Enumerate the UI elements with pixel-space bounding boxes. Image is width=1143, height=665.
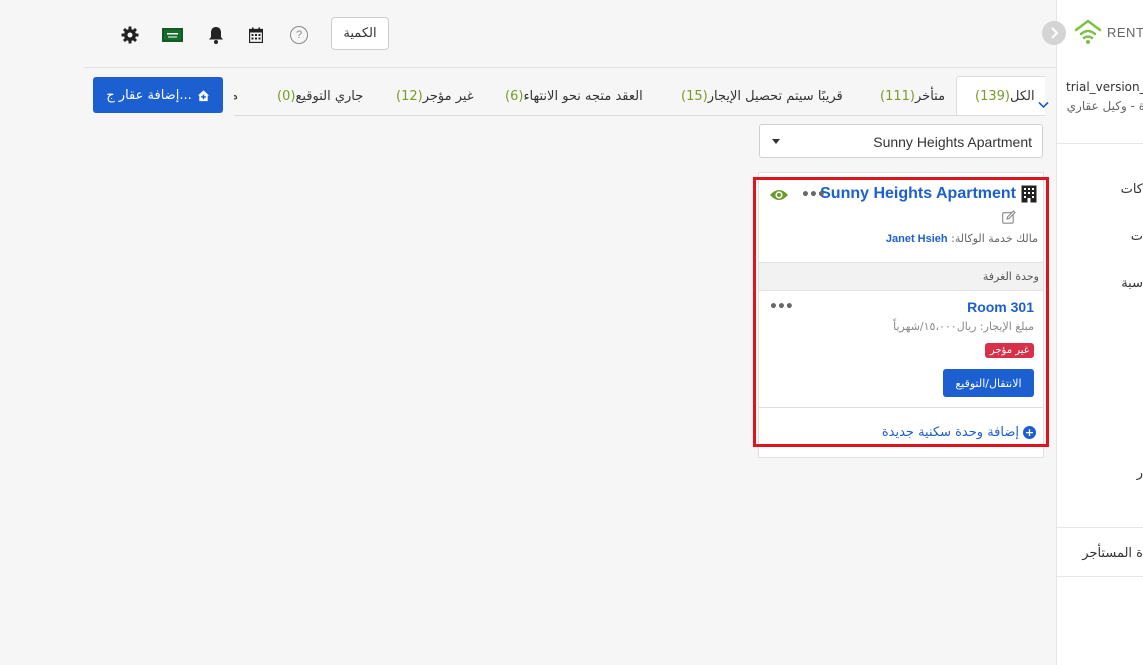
sidebar-item-3[interactable]: سبة — [1121, 276, 1143, 291]
sidebar: RENT trial_version_ ة - وكيل عقاري كات ت… — [1056, 0, 1143, 665]
tab-count: (6) — [505, 88, 524, 104]
sidebar-divider — [1057, 576, 1143, 577]
room-unit-section-header: وحدة الغرفة — [759, 262, 1043, 291]
calendar-icon — [249, 27, 263, 43]
room-more-menu[interactable]: ••• — [769, 299, 794, 315]
sidebar-collapse-button[interactable] — [1042, 21, 1066, 45]
quantity-button[interactable]: الكمية — [331, 17, 389, 50]
property-more-menu[interactable]: ••• — [801, 187, 826, 203]
owner-name[interactable]: Janet Hsieh — [886, 233, 948, 245]
settings-button[interactable] — [120, 25, 140, 45]
tab-label: م — [234, 89, 238, 104]
tab-label: جاري التوقيع — [295, 88, 364, 104]
sidebar-item-tenant[interactable]: ة المستأجر — [1082, 546, 1143, 561]
home-plus-icon — [197, 89, 209, 101]
tab-count: (15) — [681, 88, 708, 104]
eye-icon[interactable] — [769, 188, 789, 202]
edit-icon[interactable] — [1002, 210, 1016, 224]
tab-late[interactable]: متأخر (111) — [876, 76, 946, 115]
go-sign-button[interactable]: الانتقال/التوقيع — [943, 369, 1034, 397]
owner-line: مالك خدمة الوكالة: Janet Hsieh — [886, 232, 1038, 245]
caret-down-icon — [772, 139, 780, 144]
sidebar-divider — [1057, 143, 1143, 144]
tab-count: (111) — [880, 88, 915, 104]
property-select[interactable]: Sunny Heights Apartment — [759, 124, 1043, 158]
plus-circle-icon: + — [1023, 426, 1036, 439]
calendar-button[interactable] — [246, 25, 266, 45]
status-tabs: الكل (139) متأخر (111) قريبًا سيتم تحصيل… — [234, 76, 1045, 116]
tab-signing[interactable]: جاري التوقيع (0) — [273, 76, 364, 115]
property-card: Sunny Heights Apartment ••• مالك خدمة ال… — [758, 172, 1044, 458]
chevron-down-icon — [1038, 101, 1049, 109]
tab-label: قريبًا سيتم تحصيل الإيجار — [707, 88, 843, 104]
sidebar-item-1[interactable]: كات — [1121, 182, 1143, 197]
tab-all[interactable]: الكل (139) — [956, 76, 1045, 115]
add-property-button[interactable]: إضافة عقار ج... — [93, 77, 223, 113]
rent-amount: مبلغ الإيجار: ريال١٥،٠٠٠/شهرياً — [893, 320, 1034, 333]
saudi-flag-icon — [161, 28, 183, 42]
tab-count: (139) — [975, 88, 1010, 104]
tab-label: الكل — [1009, 88, 1035, 104]
tab-label: متأخر — [914, 88, 946, 104]
tab-count: (0) — [277, 88, 296, 104]
tab-label: العقد متجه نحو الانتهاء — [523, 88, 643, 104]
card-divider — [759, 407, 1043, 408]
add-property-label: إضافة عقار ج... — [106, 87, 192, 103]
owner-label: مالك خدمة الوكالة: — [951, 232, 1038, 245]
property-title[interactable]: Sunny Heights Apartment — [820, 185, 1016, 203]
section-label: وحدة الغرفة — [982, 270, 1039, 283]
sidebar-role: ة - وكيل عقاري — [1066, 99, 1143, 113]
tab-rent-due-soon[interactable]: قريبًا سيتم تحصيل الإيجار (15) — [677, 76, 843, 115]
sidebar-item-2[interactable]: ت — [1131, 229, 1143, 244]
add-unit-link[interactable]: + إضافة وحدة سكنية جديدة — [882, 425, 1036, 440]
sidebar-item-4[interactable]: ر — [1137, 466, 1143, 481]
bell-icon — [209, 27, 223, 44]
top-toolbar: ? الكمية — [84, 0, 1056, 68]
brand-text: RENT — [1107, 24, 1143, 40]
status-badge: غير مؤجر — [984, 343, 1034, 358]
tab-count: (12) — [396, 88, 423, 104]
property-select-value: Sunny Heights Apartment — [873, 134, 1032, 150]
tab-label: غير مؤجر — [422, 88, 474, 104]
language-button[interactable] — [161, 25, 183, 45]
building-icon — [1021, 185, 1037, 203]
sidebar-divider — [1057, 527, 1143, 528]
tab-more[interactable]: م — [234, 76, 238, 115]
chevron-right-icon — [1051, 27, 1059, 39]
notifications-button[interactable] — [206, 25, 226, 45]
gear-icon — [121, 26, 139, 44]
brand-logo[interactable]: RENT — [1073, 18, 1143, 46]
help-icon[interactable]: ? — [290, 26, 308, 44]
tab-not-rented[interactable]: غير مؤجر (12) — [392, 76, 474, 115]
tabs-scroll-button[interactable] — [1038, 98, 1049, 112]
add-unit-label: إضافة وحدة سكنية جديدة — [881, 425, 1019, 440]
tab-contract-expiring[interactable]: العقد متجه نحو الانتهاء (6) — [501, 76, 643, 115]
room-name[interactable]: Room 301 — [967, 299, 1034, 315]
wifi-house-icon — [1074, 19, 1102, 44]
sidebar-username[interactable]: trial_version_ — [1066, 80, 1143, 94]
